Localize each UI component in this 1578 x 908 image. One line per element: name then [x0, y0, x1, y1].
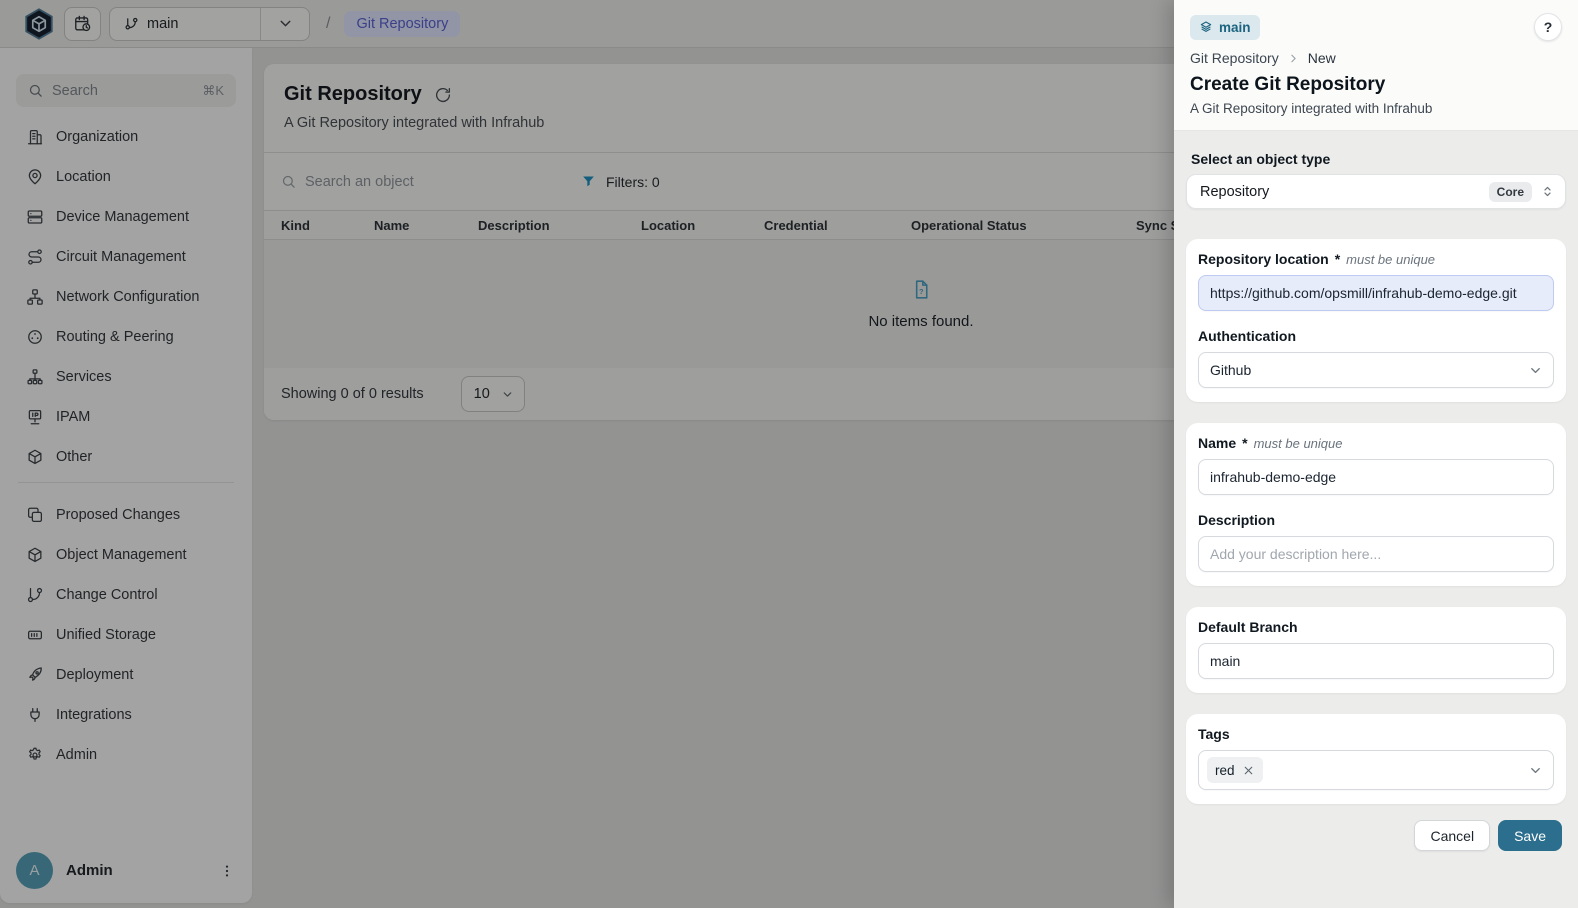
tags-multiselect[interactable]: red [1198, 750, 1554, 790]
chevrons-up-down-icon [1540, 184, 1555, 199]
remove-tag-icon[interactable] [1242, 764, 1255, 777]
create-git-repository-drawer: main ? Git Repository New Create Git Rep… [1174, 0, 1578, 908]
field-hint: must be unique [1254, 436, 1343, 451]
tag-label: red [1215, 763, 1235, 778]
object-type-select[interactable]: Repository Core [1186, 174, 1566, 209]
tag-chip-red: red [1207, 757, 1263, 783]
core-badge: Core [1489, 182, 1532, 202]
field-label-description: Description [1198, 512, 1554, 528]
app-root: main / Git Repository Search ⌘K [0, 0, 1578, 908]
name-input[interactable] [1198, 459, 1554, 495]
branch-badge-label: main [1219, 20, 1251, 35]
breadcrumb-new: New [1308, 50, 1336, 66]
chevron-down-icon [1528, 363, 1543, 378]
field-label-name: Name * must be unique [1198, 435, 1554, 451]
form-card-repository: Repository location * must be unique Aut… [1186, 239, 1566, 402]
field-label-location: Repository location * must be unique [1198, 251, 1554, 267]
form-card-tags: Tags red [1186, 714, 1566, 804]
field-label-default-branch: Default Branch [1198, 619, 1554, 635]
drawer-title: Create Git Repository [1190, 73, 1562, 97]
default-branch-input[interactable] [1198, 643, 1554, 679]
field-hint: must be unique [1346, 252, 1435, 267]
layers-icon [1199, 20, 1213, 34]
breadcrumb-git-repository[interactable]: Git Repository [1190, 50, 1279, 66]
object-type-label: Select an object type [1191, 151, 1566, 167]
required-marker: * [1335, 251, 1340, 267]
authentication-value: Github [1210, 362, 1528, 378]
dim-overlay [0, 0, 1174, 908]
chevron-down-icon [1528, 763, 1543, 778]
drawer-subtitle: A Git Repository integrated with Infrahu… [1190, 100, 1562, 118]
help-button[interactable]: ? [1534, 13, 1562, 41]
chevron-right-icon [1287, 52, 1300, 65]
form-card-name: Name * must be unique Description [1186, 423, 1566, 586]
form-card-default-branch: Default Branch [1186, 607, 1566, 693]
save-button[interactable]: Save [1498, 820, 1562, 851]
field-label-authentication: Authentication [1198, 328, 1554, 344]
drawer-form: Select an object type Repository Core Re… [1174, 131, 1578, 908]
repository-location-input[interactable] [1198, 275, 1554, 311]
object-type-value: Repository [1200, 184, 1489, 200]
description-input[interactable] [1198, 536, 1554, 572]
branch-badge: main [1190, 15, 1260, 40]
drawer-actions: Cancel Save [1186, 820, 1566, 851]
required-marker: * [1242, 435, 1247, 451]
drawer-breadcrumb: Git Repository New [1190, 50, 1562, 66]
field-label-tags: Tags [1198, 726, 1554, 742]
drawer-header: main ? Git Repository New Create Git Rep… [1174, 0, 1578, 131]
authentication-select[interactable]: Github [1198, 352, 1554, 388]
cancel-button[interactable]: Cancel [1414, 820, 1490, 851]
